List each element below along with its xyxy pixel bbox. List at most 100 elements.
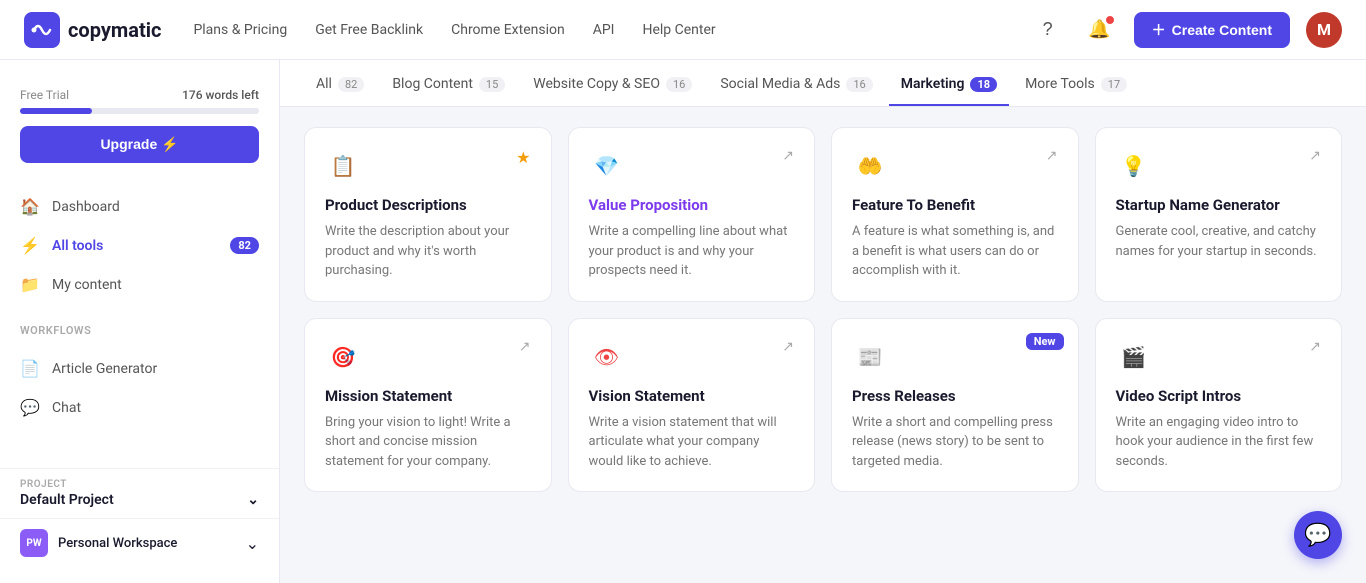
dashboard-icon: 🏠 bbox=[20, 197, 40, 216]
card-press[interactable]: 📰 New Press Releases Write a short and c… bbox=[831, 318, 1079, 493]
tab-more-label: More Tools bbox=[1025, 76, 1095, 92]
arrow-icon: ↗ bbox=[1309, 339, 1321, 355]
workspace-avatar: PW bbox=[20, 529, 48, 557]
card-title: Video Script Intros bbox=[1116, 387, 1322, 405]
nav-link-backlink[interactable]: Get Free Backlink bbox=[315, 22, 423, 38]
tab-website[interactable]: Website Copy & SEO 16 bbox=[521, 60, 704, 106]
tab-social[interactable]: Social Media & Ads 16 bbox=[708, 60, 884, 106]
create-content-label: Create Content bbox=[1172, 22, 1272, 38]
card-header: 👁 ↗ bbox=[589, 339, 795, 375]
card-actions: ★ bbox=[516, 148, 530, 167]
notification-button[interactable]: 🔔 bbox=[1082, 12, 1118, 48]
card-value-prop[interactable]: 💎 ↗ Value Proposition Write a compelling… bbox=[568, 127, 816, 302]
tab-more-count: 17 bbox=[1101, 77, 1127, 92]
project-name[interactable]: Default Project ⌄ bbox=[20, 492, 259, 508]
tab-blog[interactable]: Blog Content 15 bbox=[380, 60, 517, 106]
cards-area: 📋 ★ Product Descriptions Write the descr… bbox=[280, 107, 1366, 512]
card-icon: 🎬 bbox=[1116, 339, 1152, 375]
workspace-name: Personal Workspace bbox=[58, 536, 236, 551]
sidebar-item-alltools[interactable]: ⚡ All tools 82 bbox=[0, 226, 279, 265]
sidebar-nav: 🏠 Dashboard ⚡ All tools 82 📁 My content bbox=[0, 179, 279, 312]
sidebar-item-article-label: Article Generator bbox=[52, 361, 157, 377]
trial-progress-bar bbox=[20, 108, 259, 114]
tab-more[interactable]: More Tools 17 bbox=[1013, 60, 1139, 106]
sidebar-item-mycontent[interactable]: 📁 My content bbox=[0, 265, 279, 304]
nav-link-api[interactable]: API bbox=[593, 22, 615, 38]
tab-blog-label: Blog Content bbox=[392, 76, 473, 92]
card-header: 🎬 ↗ bbox=[1116, 339, 1322, 375]
card-header: 🤲 ↗ bbox=[852, 148, 1058, 184]
alltools-badge: 82 bbox=[230, 237, 259, 254]
card-title: Product Descriptions bbox=[325, 196, 531, 214]
card-icon: 🎯 bbox=[325, 339, 361, 375]
help-icon-button[interactable]: ? bbox=[1030, 12, 1066, 48]
card-desc: Write a short and compelling press relea… bbox=[852, 413, 1058, 472]
card-title: Value Proposition bbox=[589, 196, 795, 214]
card-feature-benefit[interactable]: 🤲 ↗ Feature To Benefit A feature is what… bbox=[831, 127, 1079, 302]
arrow-icon: ↗ bbox=[519, 339, 531, 355]
sidebar-item-chat[interactable]: 💬 Chat bbox=[0, 388, 279, 427]
tab-marketing-count: 18 bbox=[970, 77, 997, 92]
card-vision[interactable]: 👁 ↗ Vision Statement Write a vision stat… bbox=[568, 318, 816, 493]
tab-all[interactable]: All 82 bbox=[304, 60, 376, 106]
navbar: copymatic Plans & Pricing Get Free Backl… bbox=[0, 0, 1366, 60]
tab-blog-count: 15 bbox=[479, 77, 505, 92]
card-actions: ↗ bbox=[519, 339, 531, 355]
trial-progress-fill bbox=[20, 108, 92, 114]
sidebar-item-dashboard[interactable]: 🏠 Dashboard bbox=[0, 187, 279, 226]
tab-social-count: 16 bbox=[846, 77, 872, 92]
card-video-script[interactable]: 🎬 ↗ Video Script Intros Write an engagin… bbox=[1095, 318, 1343, 493]
card-title: Mission Statement bbox=[325, 387, 531, 405]
logo-icon bbox=[24, 12, 60, 48]
new-badge: New bbox=[1026, 333, 1064, 350]
sidebar-item-article[interactable]: 📄 Article Generator bbox=[0, 349, 279, 388]
card-icon: 💡 bbox=[1116, 148, 1152, 184]
logo[interactable]: copymatic bbox=[24, 12, 161, 48]
workspace-box[interactable]: PW Personal Workspace ⌄ bbox=[0, 518, 279, 567]
star-icon[interactable]: ★ bbox=[516, 148, 530, 167]
project-label: PROJECT bbox=[20, 479, 259, 490]
workflows-section-label: Workflows bbox=[0, 312, 279, 341]
sidebar-item-chat-label: Chat bbox=[52, 400, 81, 416]
card-product-desc[interactable]: 📋 ★ Product Descriptions Write the descr… bbox=[304, 127, 552, 302]
card-header: 💡 ↗ bbox=[1116, 148, 1322, 184]
chat-bubble[interactable]: 💬 bbox=[1294, 511, 1342, 559]
card-actions: ↗ bbox=[1309, 339, 1321, 355]
card-icon: 🤲 bbox=[852, 148, 888, 184]
card-title: Feature To Benefit bbox=[852, 196, 1058, 214]
create-content-button[interactable]: ＋ Create Content bbox=[1134, 12, 1290, 48]
card-startup-name[interactable]: 💡 ↗ Startup Name Generator Generate cool… bbox=[1095, 127, 1343, 302]
tab-marketing-label: Marketing bbox=[901, 76, 965, 92]
arrow-icon: ↗ bbox=[1046, 148, 1058, 164]
card-actions: ↗ bbox=[782, 148, 794, 164]
card-icon: 📋 bbox=[325, 148, 361, 184]
card-icon: 👁 bbox=[589, 339, 625, 375]
card-actions: ↗ bbox=[1309, 148, 1321, 164]
nav-link-plans[interactable]: Plans & Pricing bbox=[193, 22, 287, 38]
card-header: 💎 ↗ bbox=[589, 148, 795, 184]
tab-marketing[interactable]: Marketing 18 bbox=[889, 60, 1009, 106]
card-icon: 💎 bbox=[589, 148, 625, 184]
card-mission[interactable]: 🎯 ↗ Mission Statement Bring your vision … bbox=[304, 318, 552, 493]
tab-all-count: 82 bbox=[338, 77, 364, 92]
card-actions: ↗ bbox=[1046, 148, 1058, 164]
tab-website-count: 16 bbox=[666, 77, 692, 92]
project-name-text: Default Project bbox=[20, 492, 114, 508]
sidebar-item-dashboard-label: Dashboard bbox=[52, 199, 120, 215]
nav-link-chrome[interactable]: Chrome Extension bbox=[451, 22, 565, 38]
alltools-icon: ⚡ bbox=[20, 236, 40, 255]
tab-all-label: All bbox=[316, 76, 332, 92]
card-title: Press Releases bbox=[852, 387, 1058, 405]
card-title: Vision Statement bbox=[589, 387, 795, 405]
arrow-icon: ↗ bbox=[782, 148, 794, 164]
chevron-icon: ⌄ bbox=[247, 492, 259, 508]
nav-link-help[interactable]: Help Center bbox=[642, 22, 715, 38]
avatar[interactable]: M bbox=[1306, 12, 1342, 48]
upgrade-button[interactable]: Upgrade ⚡ bbox=[20, 126, 259, 163]
trial-label: Free Trial bbox=[20, 88, 69, 102]
card-actions: ↗ bbox=[782, 339, 794, 355]
card-header: 🎯 ↗ bbox=[325, 339, 531, 375]
card-desc: Write an engaging video intro to hook yo… bbox=[1116, 413, 1322, 472]
card-header: 📋 ★ bbox=[325, 148, 531, 184]
arrow-icon: ↗ bbox=[1309, 148, 1321, 164]
